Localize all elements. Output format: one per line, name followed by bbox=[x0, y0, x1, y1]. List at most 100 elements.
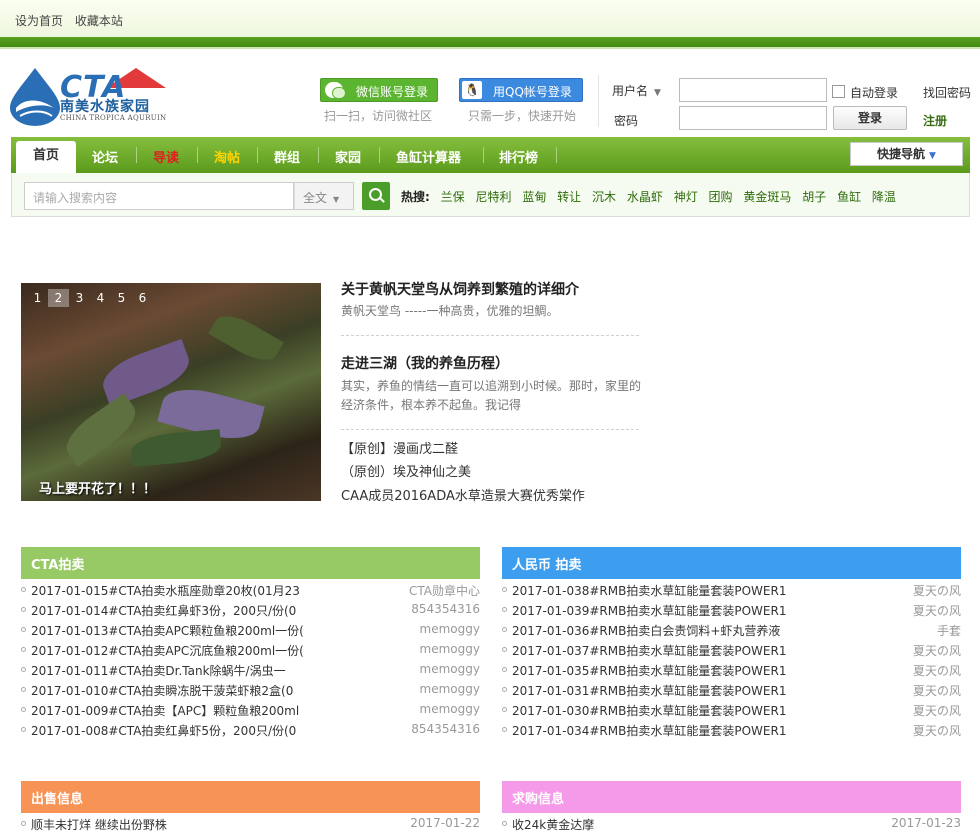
slider-caption[interactable]: 马上要开花了！！！ bbox=[39, 478, 156, 497]
list-item[interactable]: 2017-01-035#RMB拍卖水草缸能量套装POWER1 夏天の风 bbox=[502, 661, 961, 681]
hot-search-tag[interactable]: 团购 bbox=[709, 190, 733, 204]
list-item-meta[interactable]: 夏天の风 bbox=[913, 722, 961, 739]
search-scope-select[interactable]: 全文 ▼ bbox=[294, 182, 354, 210]
list-item-meta[interactable]: 2017-01-23 bbox=[891, 816, 961, 830]
list-item-title[interactable]: 2017-01-008#CTA拍卖红鼻虾5份，200只/份(0 bbox=[31, 722, 296, 739]
hot-search-tag[interactable]: 胡子 bbox=[802, 190, 826, 204]
site-logo[interactable]: CTA 南美水族家园 CHINA TROPICA AQURUIN bbox=[10, 66, 170, 126]
article-title[interactable]: 关于黄帆天堂鸟从饲养到繁殖的详细介 bbox=[341, 279, 579, 299]
wechat-login-button[interactable]: 微信账号登录 bbox=[320, 78, 438, 102]
list-item-meta[interactable]: 854354316 bbox=[411, 602, 480, 616]
password-input[interactable] bbox=[679, 106, 827, 130]
slider-page[interactable]: 5 bbox=[111, 289, 132, 307]
list-item[interactable]: 2017-01-015#CTA拍卖水瓶座勋章20枚(01月23 CTA勋章中心 bbox=[21, 581, 480, 601]
list-item-meta[interactable]: memoggy bbox=[420, 622, 480, 636]
hot-search-tag[interactable]: 沉木 bbox=[592, 190, 616, 204]
list-item[interactable]: 2017-01-011#CTA拍卖Dr.Tank除蜗牛/涡虫一 memoggy bbox=[21, 661, 480, 681]
sell-info-title[interactable]: 出售信息 bbox=[31, 792, 83, 807]
list-item-meta[interactable]: 2017-01-22 bbox=[410, 816, 480, 830]
list-item[interactable]: 2017-01-009#CTA拍卖【APC】颗粒鱼粮200ml memoggy bbox=[21, 701, 480, 721]
slider-page[interactable]: 3 bbox=[69, 289, 90, 307]
list-item[interactable]: 2017-01-030#RMB拍卖水草缸能量套装POWER1 夏天の风 bbox=[502, 701, 961, 721]
hot-search-tag[interactable]: 降温 bbox=[872, 190, 896, 204]
list-item-meta[interactable]: CTA勋章中心 bbox=[409, 582, 480, 599]
list-item-meta[interactable]: 夏天の风 bbox=[913, 702, 961, 719]
find-password-link[interactable]: 找回密码 bbox=[923, 84, 971, 101]
nav-item-ranking[interactable]: 排行榜 bbox=[499, 147, 538, 166]
list-item-title[interactable]: 2017-01-015#CTA拍卖水瓶座勋章20枚(01月23 bbox=[31, 582, 300, 599]
auto-login-checkbox[interactable] bbox=[832, 85, 845, 98]
list-item-title[interactable]: 2017-01-038#RMB拍卖水草缸能量套装POWER1 bbox=[512, 582, 786, 599]
list-item-title[interactable]: 顺丰未打烊 继续出份野株 bbox=[31, 816, 167, 833]
search-button[interactable] bbox=[362, 182, 390, 210]
list-item-title[interactable]: 2017-01-037#RMB拍卖水草缸能量套装POWER1 bbox=[512, 642, 786, 659]
list-item-meta[interactable]: 夏天の风 bbox=[913, 602, 961, 619]
list-item[interactable]: 2017-01-012#CTA拍卖APC沉底鱼粮200ml一份( memoggy bbox=[21, 641, 480, 661]
search-input[interactable]: 请输入搜索内容 bbox=[24, 182, 294, 210]
hot-search-tag[interactable]: 蓝甸 bbox=[522, 190, 546, 204]
nav-item-groups[interactable]: 群组 bbox=[274, 147, 300, 166]
list-item-meta[interactable]: 854354316 bbox=[411, 722, 480, 736]
slider-page[interactable]: 6 bbox=[132, 289, 153, 307]
username-type-select[interactable]: 用户名 ▼ bbox=[612, 82, 661, 99]
list-item-title[interactable]: 2017-01-035#RMB拍卖水草缸能量套装POWER1 bbox=[512, 662, 786, 679]
list-item[interactable]: 收24k黄金达摩 2017-01-23 bbox=[502, 815, 961, 835]
list-item-meta[interactable]: memoggy bbox=[420, 642, 480, 656]
slider-page[interactable]: 4 bbox=[90, 289, 111, 307]
list-item-title[interactable]: 2017-01-030#RMB拍卖水草缸能量套装POWER1 bbox=[512, 702, 786, 719]
article-link[interactable]: 【原创】漫画戊二醛 bbox=[341, 438, 458, 457]
list-item-title[interactable]: 2017-01-034#RMB拍卖水草缸能量套装POWER1 bbox=[512, 722, 786, 739]
nav-item-guide[interactable]: 导读 bbox=[153, 147, 179, 166]
list-item[interactable]: 2017-01-014#CTA拍卖红鼻虾3份，200只/份(0 854354316 bbox=[21, 601, 480, 621]
list-item[interactable]: 2017-01-031#RMB拍卖水草缸能量套装POWER1 夏天の风 bbox=[502, 681, 961, 701]
list-item-title[interactable]: 2017-01-039#RMB拍卖水草缸能量套装POWER1 bbox=[512, 602, 786, 619]
list-item[interactable]: 2017-01-034#RMB拍卖水草缸能量套装POWER1 夏天の风 bbox=[502, 721, 961, 741]
list-item-title[interactable]: 2017-01-009#CTA拍卖【APC】颗粒鱼粮200ml bbox=[31, 702, 299, 719]
list-item[interactable]: 2017-01-038#RMB拍卖水草缸能量套装POWER1 夏天の风 bbox=[502, 581, 961, 601]
quick-nav-button[interactable]: 快捷导航 ▼ bbox=[850, 142, 963, 166]
list-item[interactable]: 2017-01-013#CTA拍卖APC颗粒鱼粮200ml一份( memoggy bbox=[21, 621, 480, 641]
list-item[interactable]: 2017-01-039#RMB拍卖水草缸能量套装POWER1 夏天の风 bbox=[502, 601, 961, 621]
qq-login-button[interactable]: 🐧 用QQ帐号登录 bbox=[459, 78, 583, 102]
list-item[interactable]: 2017-01-036#RMB拍卖白会责饲料+虾丸营养液 手套 bbox=[502, 621, 961, 641]
list-item-title[interactable]: 2017-01-012#CTA拍卖APC沉底鱼粮200ml一份( bbox=[31, 642, 304, 659]
list-item-meta[interactable]: memoggy bbox=[420, 702, 480, 716]
list-item-title[interactable]: 2017-01-031#RMB拍卖水草缸能量套装POWER1 bbox=[512, 682, 786, 699]
hot-search-tag[interactable]: 黄金斑马 bbox=[743, 190, 791, 204]
list-item[interactable]: 2017-01-008#CTA拍卖红鼻虾5份，200只/份(0 854354316 bbox=[21, 721, 480, 741]
article-title[interactable]: 走进三湖（我的养鱼历程） bbox=[341, 353, 509, 373]
nav-item-home-space[interactable]: 家园 bbox=[335, 147, 361, 166]
list-item-title[interactable]: 收24k黄金达摩 bbox=[512, 816, 594, 833]
list-item-meta[interactable]: memoggy bbox=[420, 682, 480, 696]
hot-search-tag[interactable]: 神灯 bbox=[674, 190, 698, 204]
hot-search-tag[interactable]: 尼特利 bbox=[475, 190, 511, 204]
list-item[interactable]: 顺丰未打烊 继续出份野株 2017-01-22 bbox=[21, 815, 480, 835]
article-link[interactable]: CAA成员2016ADA水草造景大赛优秀棠作 bbox=[341, 485, 585, 504]
slider-page[interactable]: 1 bbox=[27, 289, 48, 307]
username-input[interactable] bbox=[679, 78, 827, 102]
slider-page-active[interactable]: 2 bbox=[48, 289, 69, 307]
list-item-title[interactable]: 2017-01-010#CTA拍卖瞬冻脱干菠菜虾粮2盒(0 bbox=[31, 682, 293, 699]
image-slider[interactable]: 123456 马上要开花了！！！ bbox=[21, 283, 321, 501]
login-button[interactable]: 登录 bbox=[833, 106, 907, 130]
list-item-meta[interactable]: 夏天の风 bbox=[913, 582, 961, 599]
hot-search-tag[interactable]: 鱼缸 bbox=[837, 190, 861, 204]
article-link[interactable]: （原创）埃及神仙之美 bbox=[341, 461, 471, 480]
list-item-title[interactable]: 2017-01-013#CTA拍卖APC颗粒鱼粮200ml一份( bbox=[31, 622, 304, 639]
register-link[interactable]: 注册 bbox=[923, 112, 947, 129]
list-item-meta[interactable]: 手套 bbox=[937, 622, 961, 639]
cta-auction-title[interactable]: CTA拍卖 bbox=[31, 558, 84, 573]
list-item-title[interactable]: 2017-01-036#RMB拍卖白会责饲料+虾丸营养液 bbox=[512, 622, 780, 639]
list-item-title[interactable]: 2017-01-014#CTA拍卖红鼻虾3份，200只/份(0 bbox=[31, 602, 296, 619]
list-item[interactable]: 2017-01-010#CTA拍卖瞬冻脱干菠菜虾粮2盒(0 memoggy bbox=[21, 681, 480, 701]
list-item-meta[interactable]: 夏天の风 bbox=[913, 682, 961, 699]
list-item-meta[interactable]: memoggy bbox=[420, 662, 480, 676]
list-item[interactable]: 2017-01-037#RMB拍卖水草缸能量套装POWER1 夏天の风 bbox=[502, 641, 961, 661]
list-item-title[interactable]: 2017-01-011#CTA拍卖Dr.Tank除蜗牛/涡虫一 bbox=[31, 662, 286, 679]
nav-item-collections[interactable]: 淘帖 bbox=[214, 147, 240, 166]
nav-item-forum[interactable]: 论坛 bbox=[92, 147, 118, 166]
set-home-link[interactable]: 设为首页 bbox=[15, 14, 63, 28]
hot-search-tag[interactable]: 兰保 bbox=[441, 190, 465, 204]
buy-info-title[interactable]: 求购信息 bbox=[512, 792, 564, 807]
list-item-meta[interactable]: 夏天の风 bbox=[913, 642, 961, 659]
